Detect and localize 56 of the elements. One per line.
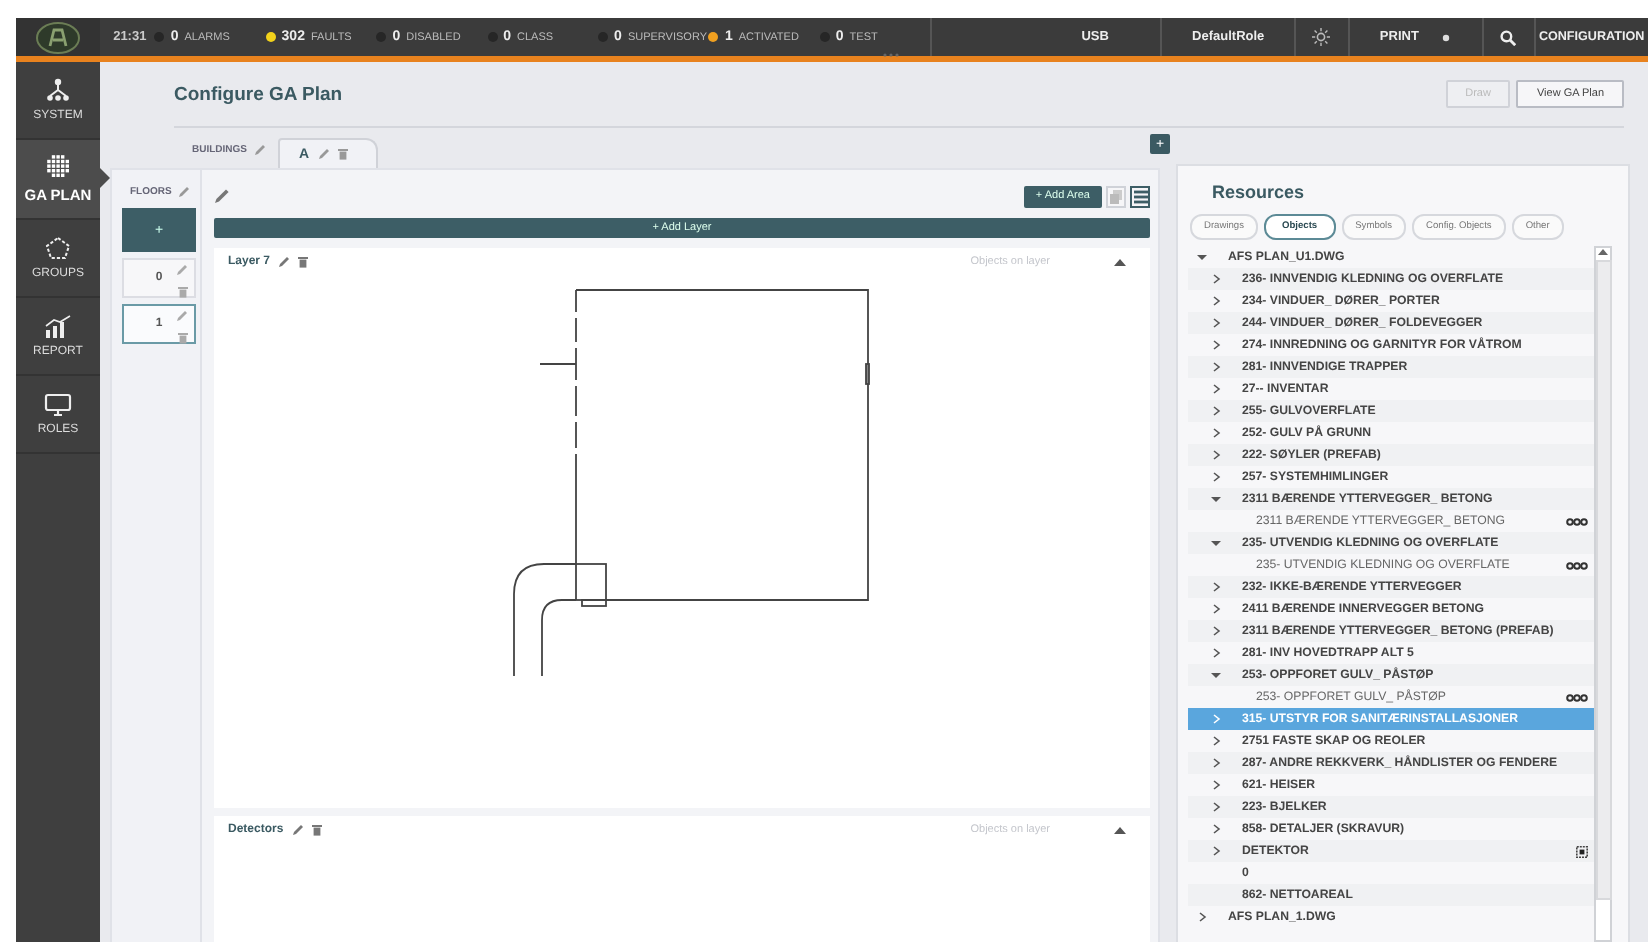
panel-title: Resources (1212, 182, 1307, 202)
square-icon[interactable] (1576, 845, 1588, 857)
pencil-icon[interactable] (177, 186, 190, 198)
caret-right-icon[interactable] (1209, 340, 1221, 350)
caret-right-icon[interactable] (1209, 648, 1221, 658)
caret-up-icon[interactable] (1114, 826, 1126, 834)
caret-down-icon[interactable] (1209, 670, 1221, 680)
caret-up-icon[interactable] (1598, 248, 1608, 256)
caret-right-icon[interactable] (1209, 450, 1221, 460)
monitor-icon (44, 392, 72, 418)
caret-right-icon[interactable] (1209, 582, 1221, 592)
caret-right-icon[interactable] (1209, 846, 1221, 856)
caret-down-icon[interactable] (1209, 538, 1221, 548)
bar-chart-icon (44, 314, 72, 340)
caret-up-icon[interactable] (1114, 258, 1126, 266)
caret-right-icon[interactable] (1209, 736, 1221, 746)
trash-icon[interactable] (298, 256, 309, 268)
caret-right-icon[interactable] (1195, 912, 1207, 922)
caret-right-icon[interactable] (1209, 626, 1221, 636)
caret-right-icon[interactable] (1209, 406, 1221, 416)
caret-right-icon[interactable] (1209, 472, 1221, 482)
caret-right-icon[interactable] (1209, 274, 1221, 284)
caret-right-icon[interactable] (1209, 384, 1221, 394)
pencil-icon[interactable] (317, 148, 330, 160)
caret-right-icon[interactable] (1209, 604, 1221, 614)
caret-down-icon[interactable] (1195, 252, 1207, 262)
three-circles-icon[interactable] (1566, 693, 1588, 701)
pencil-icon[interactable] (214, 188, 230, 204)
view-mode-button[interactable] (1130, 185, 1150, 207)
caret-right-icon[interactable] (1209, 802, 1221, 812)
dot-icon (1442, 33, 1451, 41)
list-icon (1133, 189, 1147, 203)
scrollbar[interactable] (1594, 246, 1612, 942)
pentagon-icon (44, 236, 72, 262)
caret-right-icon[interactable] (1209, 824, 1221, 834)
three-circles-icon[interactable] (1566, 561, 1588, 569)
caret-right-icon[interactable] (1209, 296, 1221, 306)
caret-right-icon[interactable] (1209, 318, 1221, 328)
search-icon[interactable] (1500, 29, 1517, 45)
dot-grid-icon (44, 154, 72, 180)
caret-right-icon[interactable] (1209, 428, 1221, 438)
caret-down-icon[interactable] (1209, 494, 1221, 504)
caret-right-icon[interactable] (1209, 758, 1221, 768)
page-title: Configure GA Plan (174, 83, 343, 105)
caret-right-icon[interactable] (1209, 362, 1221, 372)
sun-icon[interactable] (1312, 28, 1331, 46)
drag-handle-icon[interactable] (882, 52, 900, 58)
pencil-icon[interactable] (291, 824, 304, 836)
three-circles-icon[interactable] (1566, 517, 1588, 525)
trash-icon[interactable] (337, 148, 348, 160)
trash-icon[interactable] (177, 332, 187, 344)
network-icon (44, 78, 72, 104)
caret-right-icon[interactable] (1209, 780, 1221, 790)
pencil-icon[interactable] (278, 256, 291, 268)
trash-icon[interactable] (311, 824, 322, 836)
stack-icon (1110, 189, 1122, 203)
